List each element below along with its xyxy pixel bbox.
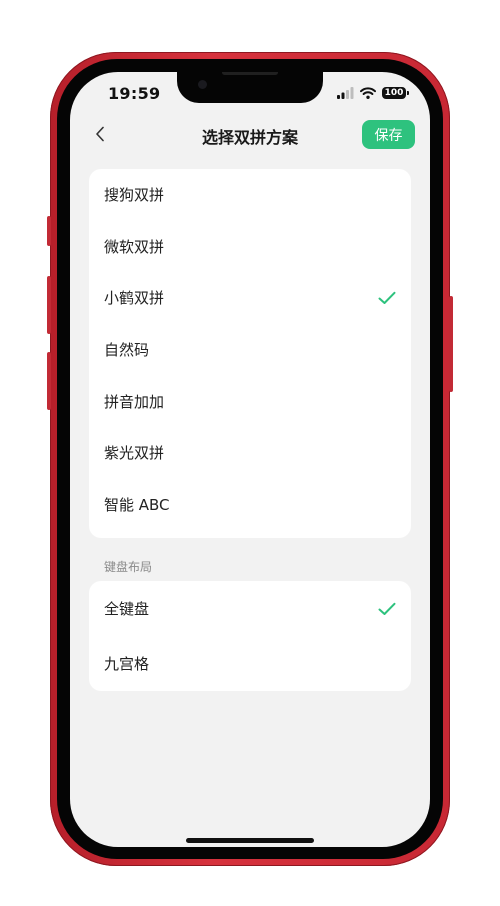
- scheme-list: 搜狗双拼 微软双拼 小鹤双拼 自然码 拼音加加 紫光双拼 智能 ABC: [89, 169, 411, 538]
- volume-up-button: [47, 276, 51, 334]
- battery-icon: 100: [382, 87, 409, 99]
- nav-bar: 选择双拼方案 保存: [70, 116, 430, 152]
- scheme-label: 小鹤双拼: [104, 289, 165, 308]
- scheme-label: 搜狗双拼: [104, 186, 165, 205]
- action-button: [47, 216, 51, 246]
- front-camera-icon: [198, 80, 207, 89]
- layout-label: 九宫格: [104, 655, 150, 673]
- scheme-option[interactable]: 智能 ABC: [89, 479, 411, 531]
- checkmark-icon: [378, 291, 396, 304]
- layout-label: 全键盘: [104, 600, 150, 618]
- layout-option-selected[interactable]: 全键盘: [89, 581, 411, 636]
- scheme-option[interactable]: 搜狗双拼: [89, 169, 411, 221]
- speaker-grille: [222, 72, 278, 75]
- volume-down-button: [47, 352, 51, 410]
- scheme-label: 紫光双拼: [104, 444, 165, 463]
- keyboard-layout-list: 全键盘 九宫格: [89, 581, 411, 691]
- checkmark-icon: [378, 602, 396, 615]
- scheme-option[interactable]: 紫光双拼: [89, 427, 411, 479]
- wifi-icon: [360, 87, 376, 99]
- home-indicator[interactable]: [186, 838, 314, 843]
- scheme-label: 微软双拼: [104, 237, 165, 256]
- power-button: [449, 296, 453, 392]
- scheme-label: 智能 ABC: [104, 495, 170, 514]
- scheme-label: 拼音加加: [104, 392, 165, 411]
- status-time: 19:59: [108, 84, 161, 103]
- scheme-option[interactable]: 拼音加加: [89, 375, 411, 427]
- keyboard-layout-section-label: 键盘布局: [104, 560, 153, 574]
- scheme-option[interactable]: 自然码: [89, 324, 411, 376]
- phone-screen: 19:59 100 选择双拼方案 保存 搜狗双拼 微软双拼 小鹤双拼 自然码 拼…: [70, 72, 430, 847]
- layout-option[interactable]: 九宫格: [89, 636, 411, 691]
- scheme-option-selected[interactable]: 小鹤双拼: [89, 272, 411, 324]
- status-icons: 100: [337, 86, 409, 100]
- cellular-signal-icon: [337, 87, 354, 99]
- save-button[interactable]: 保存: [362, 120, 415, 149]
- scheme-label: 自然码: [104, 341, 150, 360]
- notch: [177, 72, 323, 103]
- scheme-option[interactable]: 微软双拼: [89, 221, 411, 273]
